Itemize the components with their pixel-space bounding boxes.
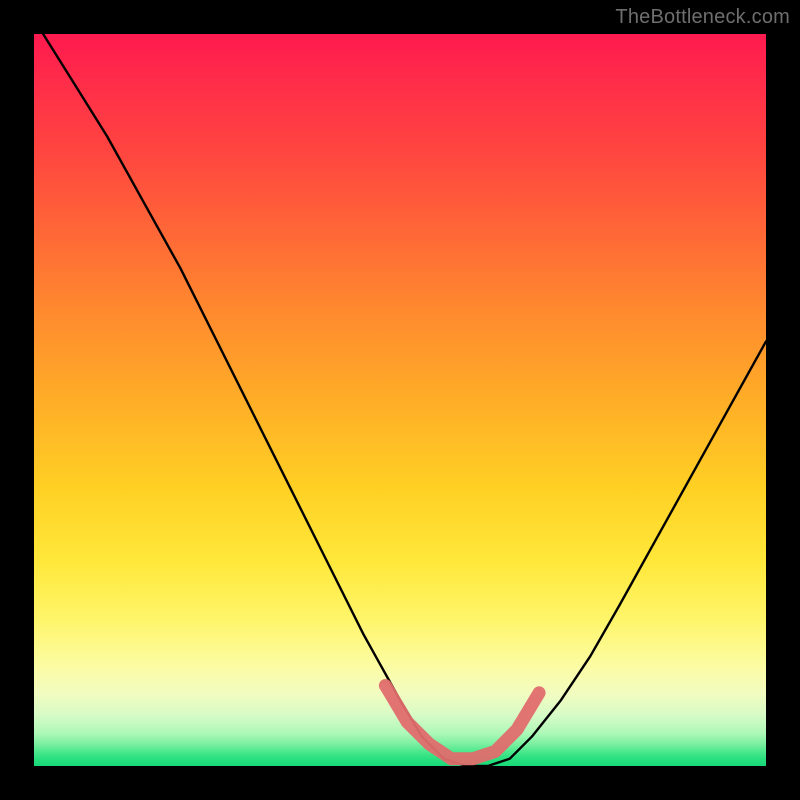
plot-area: [34, 34, 766, 766]
chart-frame: TheBottleneck.com: [0, 0, 800, 800]
optimal-region-highlight: [34, 34, 766, 766]
watermark-text: TheBottleneck.com: [615, 6, 790, 29]
